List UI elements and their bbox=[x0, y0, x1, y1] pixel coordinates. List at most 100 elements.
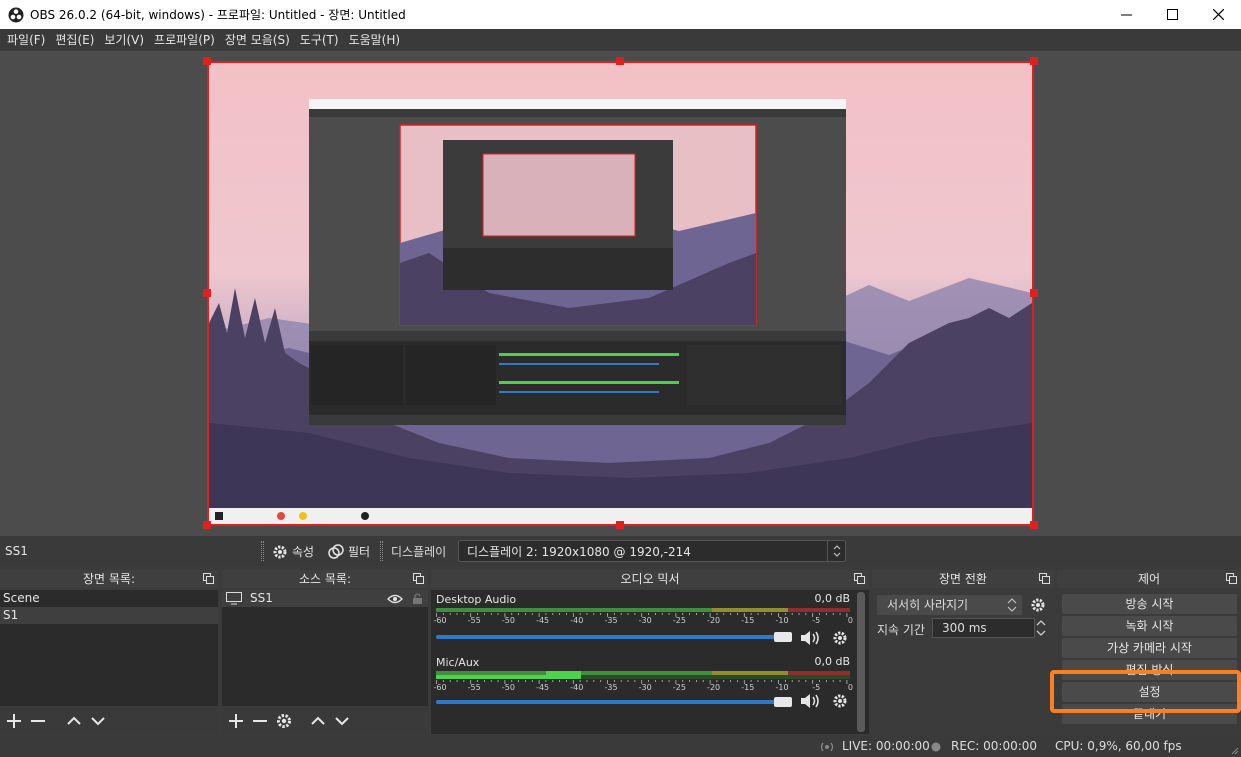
mixer-channel-desktop: Desktop Audio 0,0 dB -60 -55 -50 -45 -40 -35-… bbox=[433, 592, 853, 650]
meter-tick-label: -45 bbox=[536, 683, 550, 692]
close-button[interactable] bbox=[1195, 0, 1241, 29]
scenes-dock-title: 장면 목록: bbox=[82, 572, 136, 586]
sources-dock-title: 소스 목록: bbox=[298, 572, 352, 586]
controls-dock-header: 제어 bbox=[1057, 570, 1241, 588]
undock-icon[interactable] bbox=[413, 573, 424, 584]
record-dot-icon bbox=[931, 742, 941, 752]
resize-handle-bl[interactable] bbox=[203, 521, 211, 529]
resize-handle-tr[interactable] bbox=[1030, 57, 1038, 65]
undock-icon[interactable] bbox=[203, 573, 214, 584]
lock-icon[interactable] bbox=[412, 592, 423, 605]
scene-item[interactable]: Scene bbox=[0, 590, 218, 607]
source-properties-gear-icon[interactable] bbox=[275, 712, 293, 730]
menu-tools[interactable]: 도구(T) bbox=[295, 29, 344, 51]
meter-tick-label: -20 bbox=[707, 683, 721, 692]
undock-icon[interactable] bbox=[1226, 573, 1237, 584]
filters-button[interactable]: 필터 bbox=[328, 543, 370, 560]
menu-view[interactable]: 보기(V) bbox=[99, 29, 149, 51]
broadcast-icon bbox=[820, 742, 834, 752]
meter-tick-label: 0 bbox=[847, 616, 853, 625]
scenes-list[interactable]: Scene S1 bbox=[0, 590, 218, 706]
resize-handle-right[interactable] bbox=[1030, 289, 1038, 297]
spinbox-arrows-icon[interactable] bbox=[1034, 618, 1048, 638]
meter-tick-label: -55 bbox=[467, 683, 481, 692]
menu-file[interactable]: 파일(F) bbox=[2, 29, 50, 51]
volume-meter bbox=[436, 671, 850, 679]
meter-tick-label: -5 bbox=[812, 683, 821, 692]
channel-db: 0,0 dB bbox=[814, 655, 850, 668]
scenes-footer bbox=[0, 708, 218, 734]
meter-tick-label: -60 bbox=[433, 616, 447, 625]
preview-canvas[interactable] bbox=[207, 61, 1034, 526]
move-down-icon[interactable] bbox=[333, 712, 351, 730]
display-select[interactable]: 디스플레이 2: 1920x1080 @ 1920,-214 bbox=[458, 540, 846, 562]
volume-slider-handle[interactable] bbox=[774, 632, 792, 642]
source-item[interactable]: SS1 bbox=[222, 590, 428, 607]
speaker-icon[interactable] bbox=[799, 692, 821, 710]
add-scene-icon[interactable] bbox=[5, 712, 23, 730]
resize-handle-br[interactable] bbox=[1030, 521, 1038, 529]
add-source-icon[interactable] bbox=[227, 712, 245, 730]
remove-scene-icon[interactable] bbox=[29, 712, 47, 730]
start-recording-button[interactable]: 녹화 시작 bbox=[1062, 616, 1237, 636]
menu-edit[interactable]: 편집(E) bbox=[50, 29, 99, 51]
meter-tick-label: -60 bbox=[433, 683, 447, 692]
obs-logo-icon bbox=[8, 7, 24, 22]
gear-icon[interactable] bbox=[832, 693, 848, 709]
sources-footer bbox=[222, 708, 428, 734]
transition-type-value: 서서히 사라지기 bbox=[887, 598, 969, 612]
undock-icon[interactable] bbox=[854, 573, 865, 584]
meter-tick-label: -30 bbox=[638, 616, 652, 625]
maximize-icon bbox=[1166, 9, 1178, 20]
channel-name: Desktop Audio bbox=[436, 593, 517, 606]
properties-button[interactable]: 속성 bbox=[272, 543, 314, 560]
meter-tick-label: -40 bbox=[570, 616, 584, 625]
start-streaming-button[interactable]: 방송 시작 bbox=[1062, 594, 1237, 614]
up-down-arrow-icon bbox=[1007, 598, 1017, 612]
mixer-scrollbar[interactable] bbox=[857, 592, 865, 732]
transitions-dock-header: 장면 전환 bbox=[872, 570, 1054, 588]
mixer-dock-title: 오디오 믹서 bbox=[620, 572, 680, 586]
mixer-dock-header: 오디오 믹서 bbox=[431, 570, 869, 588]
selected-source-name: SS1 bbox=[5, 544, 28, 558]
resize-handle-top[interactable] bbox=[616, 57, 624, 65]
resize-handle-bottom[interactable] bbox=[616, 521, 624, 529]
meter-tick-label: -10 bbox=[775, 683, 789, 692]
maximize-button[interactable] bbox=[1149, 0, 1195, 29]
start-virtual-camera-button[interactable]: 가상 카메라 시작 bbox=[1062, 638, 1237, 658]
status-bar: LIVE: 00:00:00 REC: 00:00:00 CPU: 0,9%, … bbox=[0, 736, 1241, 757]
volume-slider-handle[interactable] bbox=[774, 697, 792, 707]
scene-item-selected[interactable]: S1 bbox=[0, 607, 218, 624]
gear-icon[interactable] bbox=[832, 630, 848, 646]
remove-source-icon[interactable] bbox=[251, 712, 269, 730]
monitor-icon bbox=[226, 592, 242, 605]
meter-tick-label: -15 bbox=[741, 616, 755, 625]
menu-scene-collection[interactable]: 장면 모음(S) bbox=[220, 29, 295, 51]
eye-icon[interactable] bbox=[387, 594, 403, 604]
display-capture-image bbox=[209, 63, 1032, 524]
duration-input[interactable]: 300 ms bbox=[932, 618, 1035, 638]
move-up-icon[interactable] bbox=[309, 712, 327, 730]
volume-slider[interactable] bbox=[436, 635, 791, 639]
menu-profile[interactable]: 프로파일(P) bbox=[149, 29, 220, 51]
move-up-icon[interactable] bbox=[65, 712, 83, 730]
menu-help[interactable]: 도움말(H) bbox=[344, 29, 406, 51]
sources-list[interactable]: SS1 bbox=[222, 590, 428, 706]
gear-icon[interactable] bbox=[1030, 597, 1046, 613]
transition-type-select[interactable]: 서서히 사라지기 bbox=[877, 595, 1022, 615]
resize-handle-tl[interactable] bbox=[203, 57, 211, 65]
meter-tick-label: -30 bbox=[638, 683, 652, 692]
filter-icon bbox=[328, 543, 344, 559]
preview-area[interactable] bbox=[0, 51, 1241, 536]
speaker-icon[interactable] bbox=[799, 629, 821, 647]
undock-icon[interactable] bbox=[1039, 573, 1050, 584]
move-down-icon[interactable] bbox=[89, 712, 107, 730]
meter-tick-label: -40 bbox=[570, 683, 584, 692]
minimize-button[interactable] bbox=[1103, 0, 1149, 29]
resize-grip-icon[interactable] bbox=[1229, 745, 1239, 755]
title-bar: OBS 26.0.2 (64-bit, windows) - 프로파일: Unt… bbox=[0, 0, 1241, 29]
rec-status: REC: 00:00:00 bbox=[951, 739, 1038, 753]
volume-slider[interactable] bbox=[436, 700, 791, 704]
toolbar-separator bbox=[380, 541, 383, 561]
resize-handle-left[interactable] bbox=[203, 289, 211, 297]
